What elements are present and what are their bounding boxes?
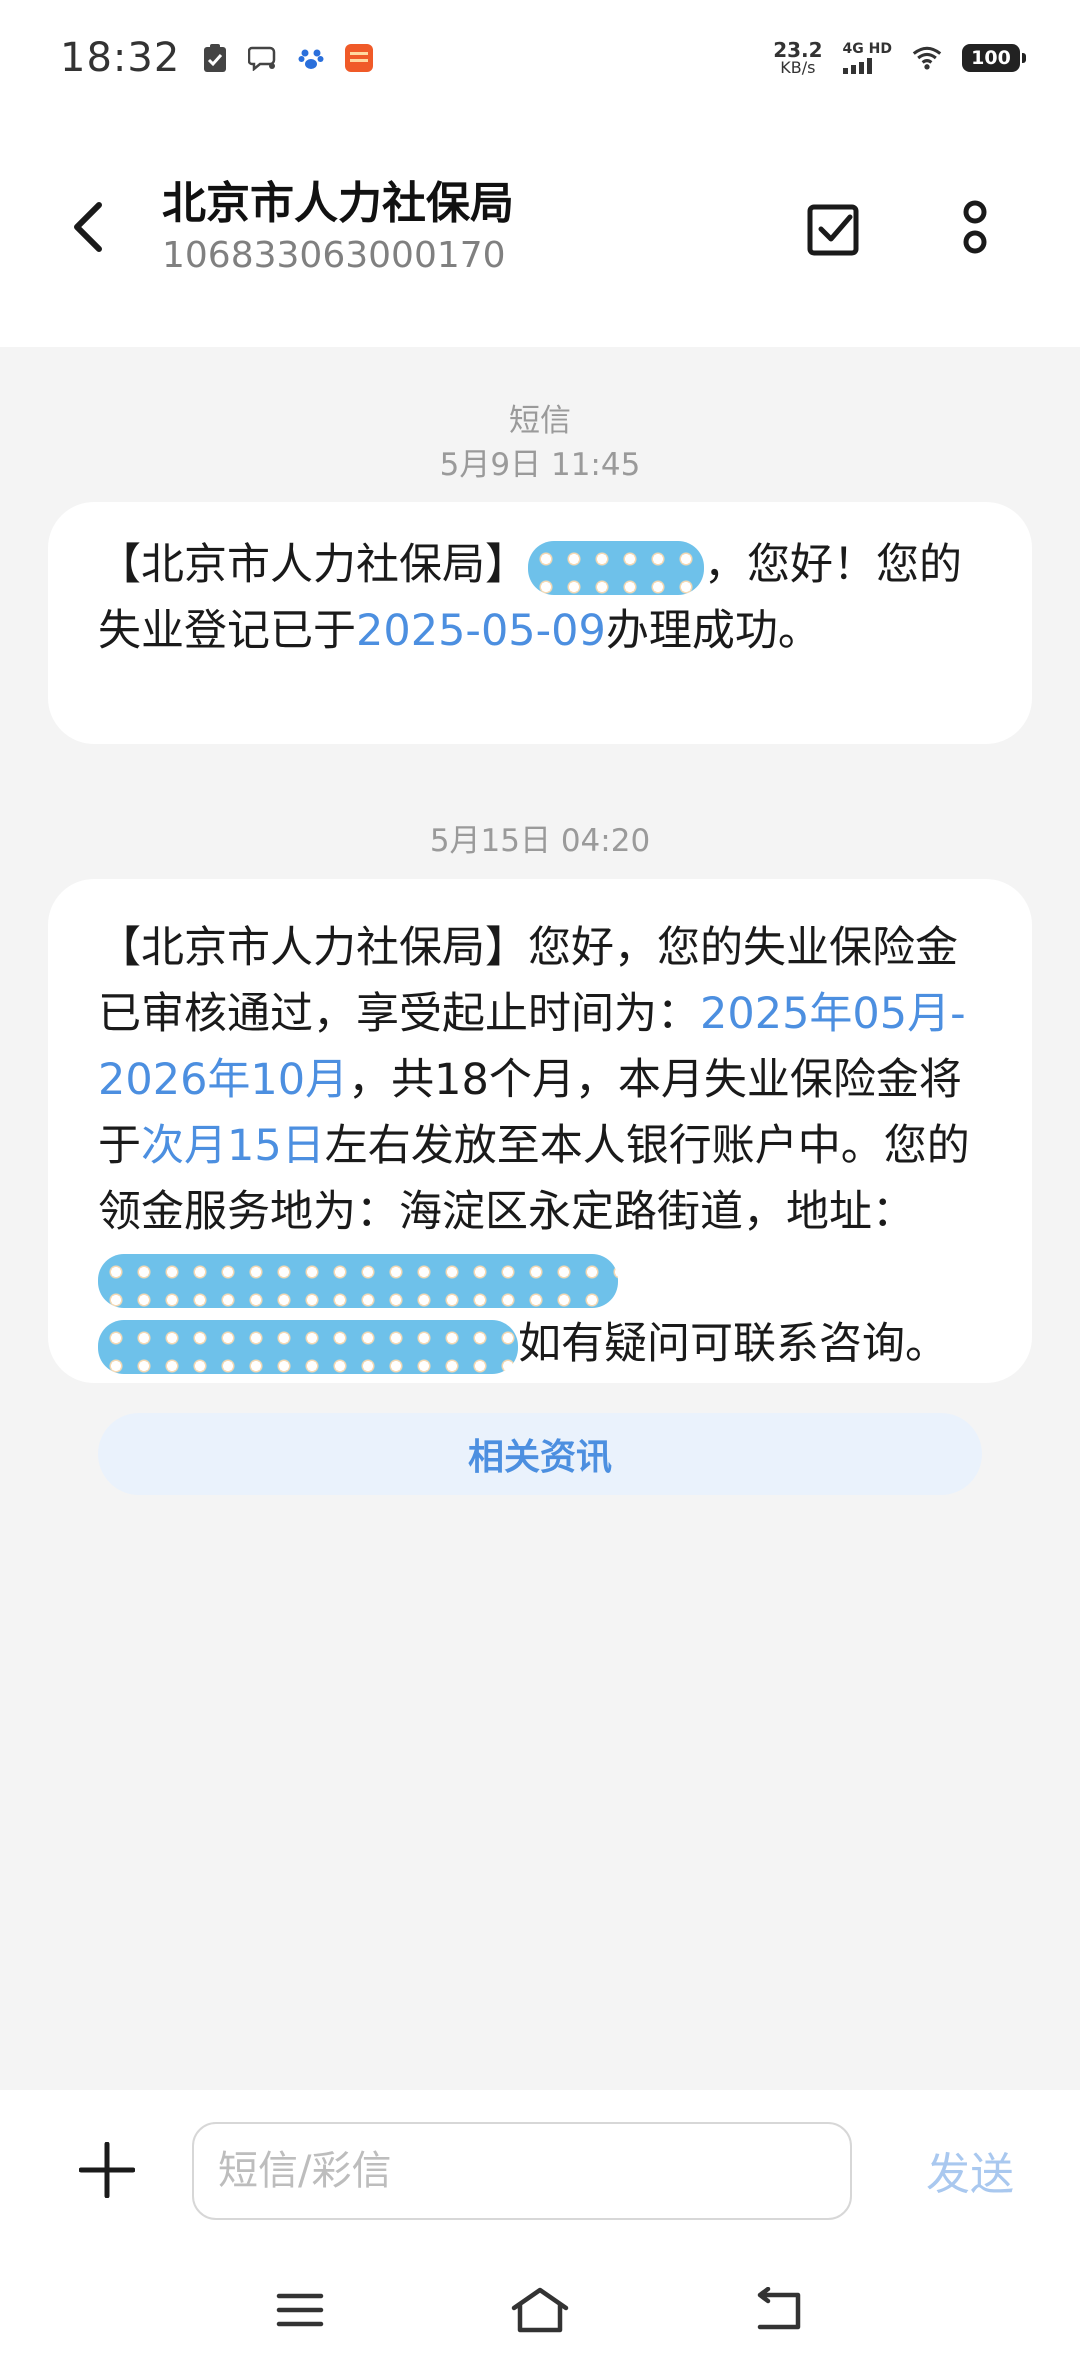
more-vertical-icon	[963, 200, 987, 254]
attach-button[interactable]	[72, 2130, 142, 2210]
message-bubble[interactable]: 【北京市人力社保局】 ，您好！您的失业登记已于2025-05-09办理成功。	[48, 502, 1032, 744]
battery-level: 100	[971, 46, 1011, 69]
message-segment: 办理成功。	[605, 606, 821, 656]
message-segment: 如有疑问可联系咨询。	[518, 1319, 948, 1369]
home-icon	[511, 2287, 569, 2333]
net-speed-value: 23.2	[773, 37, 823, 62]
notification-icons	[200, 43, 374, 73]
payday-link[interactable]: 次月15日	[141, 1121, 325, 1171]
cellular-signal-icon: 4G HD	[842, 40, 892, 74]
net-speed-unit: KB/s	[780, 57, 816, 77]
status-time: 18:32	[60, 34, 181, 81]
send-button[interactable]: 发送	[900, 2130, 1040, 2210]
redaction-mask	[528, 540, 704, 595]
checkbox-icon	[807, 204, 859, 256]
message-sender-tag: 【北京市人力社保局】	[98, 540, 528, 590]
more-options-button[interactable]	[945, 187, 1005, 267]
wifi-icon	[912, 43, 942, 73]
redaction-mask	[98, 1253, 618, 1308]
back-button[interactable]	[58, 187, 118, 267]
channel-label: 短信	[509, 403, 571, 439]
message-input[interactable]	[192, 2122, 852, 2220]
clipboard-check-icon	[200, 43, 230, 73]
baidu-paw-icon	[296, 43, 326, 73]
contact-name: 北京市人力社保局	[162, 178, 514, 229]
date-link[interactable]: 2025-05-09	[356, 606, 606, 656]
conversation-header: 北京市人力社保局 106833063000170	[0, 115, 1080, 347]
nav-back-button[interactable]	[735, 2270, 825, 2350]
chat-bubble-icon	[248, 43, 278, 73]
menu-icon	[276, 2293, 324, 2327]
return-icon	[757, 2287, 801, 2330]
status-bar: 18:32 23.2 KB/s 4G HD 100	[0, 0, 1080, 115]
compose-bar: 发送	[0, 2090, 1080, 2248]
network-speed: 23.2 KB/s	[773, 40, 822, 76]
message-text: 【北京市人力社保局】 ，您好！您的失业登记已于2025-05-09办理成功。	[98, 532, 982, 664]
plus-icon	[79, 2142, 135, 2198]
battery-icon: 100	[962, 43, 1026, 72]
message-text: 【北京市人力社保局】您好，您的失业保险金已审核通过，享受起止时间为：2025年0…	[98, 915, 982, 1377]
message-timestamp: 5月15日 04:20	[429, 823, 651, 859]
status-right: 23.2 KB/s 4G HD 100	[773, 40, 1026, 76]
contact-number: 106833063000170	[162, 235, 506, 276]
app-notification-icon	[344, 43, 374, 73]
message-list[interactable]: 短信 5月9日 11:45 【北京市人力社保局】 ，您好！您的失业登记已于2025…	[0, 347, 1080, 2090]
message-timestamp: 5月9日 11:45	[439, 447, 641, 483]
multi-select-button[interactable]	[800, 193, 870, 263]
message-bubble[interactable]: 【北京市人力社保局】您好，您的失业保险金已审核通过，享受起止时间为：2025年0…	[48, 879, 1032, 1495]
network-type-label: 4G HD	[842, 40, 892, 57]
chevron-left-icon	[74, 202, 102, 252]
system-nav-bar	[0, 2248, 1080, 2376]
related-info-button[interactable]: 相关资讯	[98, 1413, 982, 1495]
nav-home-button[interactable]	[495, 2270, 585, 2350]
nav-menu-button[interactable]	[255, 2270, 345, 2350]
redaction-mask	[98, 1319, 518, 1374]
